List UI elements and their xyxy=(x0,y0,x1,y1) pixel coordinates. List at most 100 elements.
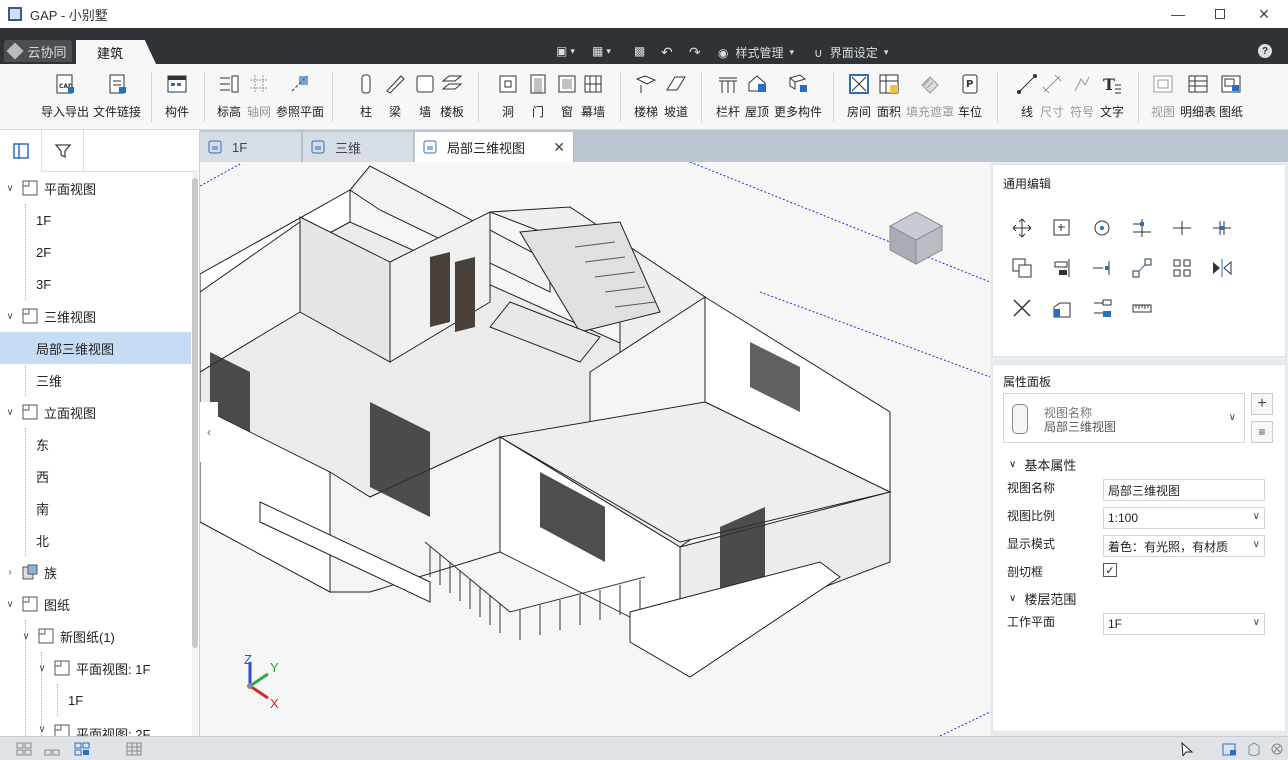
tab-architecture[interactable]: 建筑 xyxy=(76,40,156,64)
split-gap-icon[interactable] xyxy=(1211,217,1233,239)
edit-type-button[interactable]: ≡ xyxy=(1251,421,1273,443)
tree-node-south[interactable]: 南 xyxy=(0,492,191,524)
door-button[interactable]: 门 xyxy=(527,72,549,128)
basic-props-section[interactable]: ∨ 基本属性 xyxy=(1009,455,1076,474)
close-tab-icon[interactable]: ✕ xyxy=(553,139,565,156)
railing-button[interactable]: 栏杆 xyxy=(716,72,740,128)
tree-node-north[interactable]: 北 xyxy=(0,524,191,556)
more-components-button[interactable]: 更多构件 xyxy=(774,72,822,128)
doc-tab-local-3d[interactable]: 局部三维视图 ✕ xyxy=(415,132,574,162)
column-button[interactable]: 柱 xyxy=(355,72,377,128)
view-scale-select[interactable]: 1:100 ∨ xyxy=(1103,507,1265,529)
help-icon[interactable]: ? xyxy=(1258,44,1272,58)
opening-button[interactable]: 洞 xyxy=(497,72,519,128)
wall-join-icon[interactable] xyxy=(1051,297,1073,319)
minimize-button[interactable]: — xyxy=(1156,0,1200,28)
beam-button[interactable]: 梁 xyxy=(384,72,406,128)
tree-node-3d[interactable]: 三维 xyxy=(0,364,191,396)
offset-icon[interactable] xyxy=(1091,257,1113,279)
style-manage-button[interactable]: ◉ 样式管理 ▾ xyxy=(718,44,794,61)
tree-node-sheet-plan-2f[interactable]: ∨ 平面视图: 2F xyxy=(0,716,191,736)
delete-icon[interactable] xyxy=(1011,297,1033,319)
type-selector[interactable]: 视图名称 局部三维视图 ∨ xyxy=(1003,393,1245,443)
maximize-button[interactable] xyxy=(1198,0,1242,28)
tile-views-icon[interactable] xyxy=(74,742,90,756)
line-button[interactable]: 线 xyxy=(1016,72,1038,128)
measure-icon[interactable] xyxy=(1131,297,1153,319)
move-icon[interactable] xyxy=(1011,217,1033,239)
tree-node-plan-views[interactable]: ∨ 平面视图 xyxy=(0,172,191,204)
scrollbar-thumb[interactable] xyxy=(192,178,198,648)
save-button[interactable]: ▩ xyxy=(634,44,645,58)
view-cube-icon[interactable] xyxy=(886,208,946,268)
section-box-checkbox[interactable]: ✓ xyxy=(1103,563,1117,577)
browser-scrollbar[interactable] xyxy=(192,172,198,736)
filter-icon[interactable] xyxy=(42,130,84,172)
text-button[interactable]: T 文字 xyxy=(1100,72,1124,128)
undo-button[interactable]: ↶ xyxy=(661,44,673,61)
group-icon[interactable] xyxy=(1171,257,1193,279)
rotate-icon[interactable] xyxy=(1091,217,1113,239)
fill-mask-button[interactable]: 填充遮罩 xyxy=(906,72,954,128)
new-file-button[interactable]: ▣ ▾ xyxy=(556,44,575,58)
tree-node-plan-3f[interactable]: 3F xyxy=(0,268,191,300)
close-window-button[interactable]: ✕ xyxy=(1242,0,1286,28)
grid-view-icon[interactable] xyxy=(16,742,32,756)
tree-node-families[interactable]: › 族 xyxy=(0,556,191,588)
room-button[interactable]: 房间 xyxy=(847,72,871,128)
align-icon[interactable] xyxy=(1051,257,1073,279)
wall-button[interactable]: 墙 xyxy=(414,72,436,128)
work-plane-select[interactable]: 1F ∨ xyxy=(1103,613,1265,635)
tab-cloud-collab[interactable]: 云协同 xyxy=(4,40,72,62)
ui-settings-button[interactable]: ∪ 界面设定 ▾ xyxy=(814,44,888,61)
view-name-field[interactable]: 局部三维视图 xyxy=(1103,479,1265,501)
tree-node-east[interactable]: 东 xyxy=(0,428,191,460)
panel-toggle-icon[interactable] xyxy=(0,130,42,172)
table-icon[interactable] xyxy=(126,742,142,756)
tree-node-plan-1f[interactable]: 1F xyxy=(0,204,191,236)
snap-icon[interactable] xyxy=(1270,742,1286,756)
model-icon[interactable] xyxy=(1246,742,1262,756)
view-button[interactable]: 视图 xyxy=(1151,72,1175,128)
dimension-button[interactable]: 尺寸 xyxy=(1040,72,1064,128)
tree-node-local-3d-view[interactable]: 局部三维视图 xyxy=(0,332,191,364)
tree-node-elevations[interactable]: ∨ 立面视图 xyxy=(0,396,191,428)
ref-plane-button[interactable]: 参照平面 xyxy=(276,72,324,128)
stair-button[interactable]: 楼梯 xyxy=(634,72,658,128)
symbol-button[interactable]: 符号 xyxy=(1070,72,1094,128)
parking-button[interactable]: P 车位 xyxy=(958,72,982,128)
tree-node-west[interactable]: 西 xyxy=(0,460,191,492)
extend-icon[interactable] xyxy=(1131,257,1153,279)
grid-button[interactable]: 轴网 xyxy=(247,72,271,128)
ramp-button[interactable]: 坡道 xyxy=(664,72,688,128)
collapse-panel-button[interactable]: ‹ xyxy=(200,402,218,462)
display-mode-select[interactable]: 着色：有光照，有材质 ∨ xyxy=(1103,535,1265,557)
view-settings-icon[interactable] xyxy=(1222,742,1238,756)
doc-tab-3d[interactable]: 三维 xyxy=(303,132,414,162)
floor-range-section[interactable]: ∨ 楼层范围 xyxy=(1009,589,1076,608)
cut-geometry-icon[interactable] xyxy=(1091,297,1113,319)
tree-node-sheet-1f[interactable]: 1F xyxy=(0,684,191,716)
layout-icon[interactable] xyxy=(44,742,60,756)
area-button[interactable]: 面积 xyxy=(877,72,901,128)
mirror-icon[interactable] xyxy=(1211,257,1233,279)
sheet-button[interactable]: 图纸 xyxy=(1219,72,1243,128)
import-export-button[interactable]: CAD 导入导出 xyxy=(41,72,89,128)
trim-icon[interactable] xyxy=(1131,217,1153,239)
3d-viewport[interactable]: Z Y X xyxy=(200,162,990,736)
array-icon[interactable] xyxy=(1011,257,1033,279)
schedule-button[interactable]: 明细表 xyxy=(1180,72,1216,128)
tree-node-sheets[interactable]: ∨ 图纸 xyxy=(0,588,191,620)
doc-tab-1f[interactable]: 1F xyxy=(200,132,302,162)
window-button[interactable]: 窗 xyxy=(556,72,578,128)
tree-node-3d-views[interactable]: ∨ 三维视图 xyxy=(0,300,191,332)
tree-node-plan-2f[interactable]: 2F xyxy=(0,236,191,268)
roof-button[interactable]: 屋顶 xyxy=(745,72,769,128)
redo-button[interactable]: ↷ xyxy=(689,44,701,61)
add-type-button[interactable]: + xyxy=(1251,393,1273,415)
component-button[interactable]: 构件 xyxy=(165,72,189,128)
file-link-button[interactable]: 文件链接 xyxy=(93,72,141,128)
copy-icon[interactable] xyxy=(1051,217,1073,239)
tree-node-sheet-plan-1f[interactable]: ∨ 平面视图: 1F xyxy=(0,652,191,684)
slab-button[interactable]: 楼板 xyxy=(440,72,464,128)
